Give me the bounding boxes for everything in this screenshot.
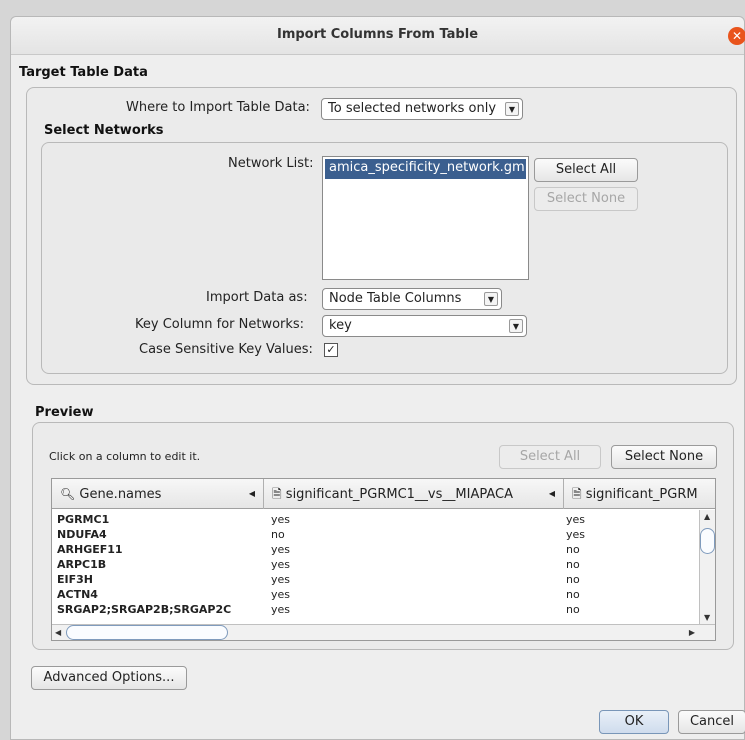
scroll-up-icon[interactable]: ▲ xyxy=(704,512,710,521)
title-bar: Import Columns From Table ✕ xyxy=(11,17,745,55)
cancel-button[interactable]: Cancel xyxy=(678,710,745,734)
table-cell: ARHGEF11 xyxy=(57,543,123,556)
table-cell: yes xyxy=(271,513,291,526)
network-list-label: Network List: xyxy=(228,156,314,171)
sort-arrow-icon: ◀ xyxy=(548,489,555,498)
sort-arrow-icon: ◀ xyxy=(248,489,255,498)
dialog-title: Import Columns From Table xyxy=(276,27,479,42)
key-icon: 🔍︎ xyxy=(60,487,76,501)
where-to-import-label: Where to Import Table Data: xyxy=(126,100,310,115)
vertical-scrollbar[interactable]: ▲ ▼ xyxy=(699,510,715,624)
key-column-label: Key Column for Networks: xyxy=(135,317,305,332)
document-icon: 🗎 xyxy=(572,487,582,501)
close-icon[interactable]: ✕ xyxy=(728,27,745,45)
preview-select-none-button[interactable]: Select None xyxy=(611,445,717,469)
select-networks-group: Network List: amica_specificity_network.… xyxy=(41,142,728,374)
table-header: 🔍︎ Gene.names ◀ 🗎 significant_PGRMC1__vs… xyxy=(52,479,715,509)
chevron-down-icon: ▼ xyxy=(484,292,498,306)
advanced-options-button[interactable]: Advanced Options... xyxy=(31,666,187,690)
preview-title: Preview xyxy=(35,405,94,420)
table-cell: yes xyxy=(271,573,291,586)
key-column-value: key xyxy=(329,318,352,333)
networks-select-all-button[interactable]: Select All xyxy=(534,158,638,182)
scroll-right-icon[interactable]: ▶ xyxy=(689,628,695,637)
table-cell: yes xyxy=(271,603,291,616)
preview-hint: Click on a column to edit it. xyxy=(49,450,201,463)
table-cell: PGRMC1 xyxy=(57,513,110,526)
table-cell: yes xyxy=(566,528,586,541)
table-cell: no xyxy=(566,543,580,556)
horizontal-scroll-thumb[interactable] xyxy=(66,625,228,640)
column-header-gene-names[interactable]: 🔍︎ Gene.names ◀ xyxy=(52,479,264,509)
table-cell: yes xyxy=(271,558,291,571)
table-cell: no xyxy=(566,603,580,616)
case-sensitive-label: Case Sensitive Key Values: xyxy=(139,342,313,357)
preview-select-all-button[interactable]: Select All xyxy=(499,445,601,469)
table-cell: ARPC1B xyxy=(57,558,107,571)
column-header-label: significant_PGRM xyxy=(585,487,698,502)
import-data-as-label: Import Data as: xyxy=(206,290,308,305)
where-to-import-value: To selected networks only xyxy=(328,101,497,116)
chevron-down-icon: ▼ xyxy=(505,102,519,116)
table-cell: ACTN4 xyxy=(57,588,98,601)
network-list[interactable]: amica_specificity_network.gml xyxy=(322,156,529,280)
import-data-as-value: Node Table Columns xyxy=(329,291,462,306)
import-data-as-select[interactable]: Node Table Columns ▼ xyxy=(322,288,502,310)
vertical-scroll-thumb[interactable] xyxy=(700,528,715,554)
key-column-select[interactable]: key ▼ xyxy=(322,315,527,337)
table-cell: no xyxy=(566,573,580,586)
column-header-label: Gene.names xyxy=(79,487,162,502)
column-header-label: significant_PGRMC1__vs__MIAPACA xyxy=(285,487,513,502)
preview-group: Click on a column to edit it. Select All… xyxy=(32,422,734,650)
select-networks-title: Select Networks xyxy=(44,123,164,138)
table-cell: no xyxy=(566,588,580,601)
table-cell: no xyxy=(271,528,285,541)
case-sensitive-checkbox[interactable]: ✓ xyxy=(324,343,338,357)
table-cell: SRGAP2;SRGAP2B;SRGAP2C xyxy=(57,603,232,616)
table-cell: no xyxy=(566,558,580,571)
target-table-data-group: Where to Import Table Data: To selected … xyxy=(26,87,737,385)
import-columns-dialog: Import Columns From Table ✕ Target Table… xyxy=(10,16,745,740)
table-cell: NDUFA4 xyxy=(57,528,107,541)
column-header-significant-pgrmc1-vs-miapaca[interactable]: 🗎 significant_PGRMC1__vs__MIAPACA ◀ xyxy=(264,479,564,509)
table-cell: yes xyxy=(566,513,586,526)
network-list-item[interactable]: amica_specificity_network.gml xyxy=(325,159,528,179)
horizontal-scrollbar[interactable]: ◀ ▶ xyxy=(52,624,715,640)
document-icon: 🗎 xyxy=(272,487,282,501)
scroll-down-icon[interactable]: ▼ xyxy=(704,613,710,622)
target-table-data-title: Target Table Data xyxy=(19,65,148,80)
networks-select-none-button[interactable]: Select None xyxy=(534,187,638,211)
preview-table: 🔍︎ Gene.names ◀ 🗎 significant_PGRMC1__vs… xyxy=(51,478,716,641)
table-cell: EIF3H xyxy=(57,573,93,586)
column-header-significant-pgrm[interactable]: 🗎 significant_PGRM xyxy=(564,479,716,509)
table-cell: yes xyxy=(271,543,291,556)
ok-button[interactable]: OK xyxy=(599,710,669,734)
where-to-import-select[interactable]: To selected networks only ▼ xyxy=(321,98,523,120)
table-cell: yes xyxy=(271,588,291,601)
scroll-left-icon[interactable]: ◀ xyxy=(55,628,61,637)
chevron-down-icon: ▼ xyxy=(509,319,523,333)
